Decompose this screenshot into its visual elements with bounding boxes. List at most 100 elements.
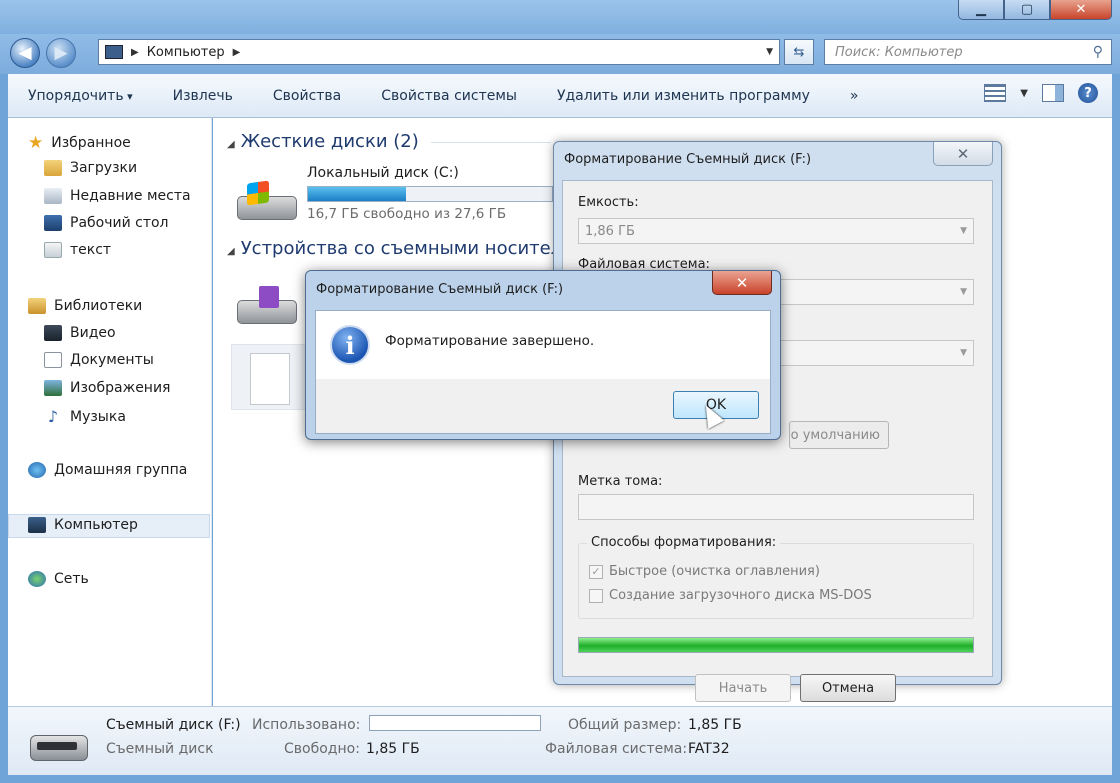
sidebar-label: Недавние места: [70, 188, 191, 204]
computer-icon: [28, 517, 46, 533]
cancel-button[interactable]: Отмена: [800, 674, 896, 702]
sidebar-item-music[interactable]: ♪ Музыка: [44, 407, 126, 426]
navigation-bar: ◀ ▶ ▶ Компьютер ▶ ▼ ⇆ Поиск: Компьютер ⚲: [0, 34, 1120, 74]
eject-button[interactable]: Извлечь: [153, 88, 253, 104]
system-properties-button[interactable]: Свойства системы: [361, 88, 537, 104]
quick-format-checkbox[interactable]: ✓ Быстрое (очистка оглавления): [589, 564, 820, 579]
format-dialog-close-button[interactable]: ✕: [933, 142, 993, 166]
minimize-button[interactable]: ▁: [958, 0, 1004, 20]
properties-button[interactable]: Свойства: [253, 88, 361, 104]
forward-arrow-icon: ▶: [54, 43, 68, 63]
msdos-boot-label: Создание загрузочного диска MS-DOS: [609, 588, 872, 603]
filesystem-label: Файловая система:: [545, 741, 688, 757]
sidebar-item-documents[interactable]: Документы: [44, 352, 154, 368]
used-label: Использовано:: [252, 717, 361, 733]
info-icon: i: [330, 325, 370, 365]
sidebar-item-computer[interactable]: Компьютер: [28, 517, 138, 533]
sidebar-label: Сеть: [54, 571, 89, 587]
sidebar-item-desktop[interactable]: Рабочий стол: [44, 215, 169, 231]
close-icon: ✕: [735, 273, 749, 292]
search-placeholder: Поиск: Компьютер: [835, 44, 963, 60]
change-view-icon[interactable]: [984, 84, 1007, 102]
drive-c-usage-bar: [307, 186, 553, 202]
format-progress-fill: [579, 638, 973, 652]
organize-menu[interactable]: Упорядочить: [8, 88, 153, 104]
local-disk-icon[interactable]: [237, 180, 299, 222]
search-input[interactable]: Поиск: Компьютер ⚲: [824, 39, 1112, 65]
restore-defaults-button[interactable]: о умолчанию: [789, 421, 889, 449]
sidebar-item-video[interactable]: Видео: [44, 325, 116, 341]
drive-c-name[interactable]: Локальный диск (C:): [307, 165, 459, 181]
message-text: Форматирование завершено.: [385, 333, 595, 349]
chevron-down-icon: ▼: [960, 226, 967, 236]
capacity-value: 1,86 ГБ: [585, 223, 635, 239]
start-button[interactable]: Начать: [695, 674, 791, 702]
collapse-arrow-icon[interactable]: ◢: [227, 139, 235, 150]
address-bar[interactable]: ▶ Компьютер ▶ ▼: [98, 39, 780, 65]
format-options-group: Способы форматирования: ✓ Быстрое (очист…: [578, 535, 974, 619]
sidebar-item-images[interactable]: Изображения: [44, 380, 170, 396]
hard-disks-group-header[interactable]: ◢ Жесткие диски (2): [227, 131, 551, 152]
forward-button[interactable]: ▶: [46, 38, 76, 68]
downloads-icon: [44, 160, 62, 176]
view-dropdown-icon[interactable]: ▼: [1020, 88, 1028, 99]
network-icon: [28, 571, 46, 587]
format-dialog-title: Форматирование Съемный диск (F:): [564, 152, 812, 167]
chevron-down-icon: ▼: [960, 348, 967, 358]
recent-places-icon: [44, 188, 62, 204]
address-dropdown-icon[interactable]: ▼: [766, 47, 773, 57]
msdos-boot-checkbox[interactable]: Создание загрузочного диска MS-DOS: [589, 588, 872, 603]
capacity-select[interactable]: 1,86 ГБ ▼: [578, 218, 974, 244]
free-value: 1,85 ГБ: [366, 741, 420, 757]
back-button[interactable]: ◀: [10, 38, 40, 68]
volume-label-input[interactable]: [578, 494, 974, 520]
sidebar-label: Домашняя группа: [54, 462, 188, 478]
more-commands-button[interactable]: »: [830, 88, 879, 104]
search-icon[interactable]: ⚲: [1093, 44, 1103, 60]
sidebar-item-homegroup[interactable]: Домашняя группа: [28, 462, 187, 478]
maximize-button[interactable]: ▢: [1004, 0, 1050, 20]
command-bar: Упорядочить Извлечь Свойства Свойства си…: [8, 74, 1112, 118]
sidebar-item-downloads[interactable]: Загрузки: [44, 160, 137, 176]
filesystem-value: FAT32: [688, 741, 730, 757]
sidebar-item-favorites[interactable]: ★ Избранное: [28, 133, 131, 153]
uninstall-program-button[interactable]: Удалить или изменить программу: [537, 88, 830, 104]
breadcrumb-chevron-icon[interactable]: ▶: [233, 47, 241, 58]
removable-drive-icon: [30, 735, 88, 761]
sidebar-label: Музыка: [70, 408, 126, 425]
refresh-button[interactable]: ⇆: [784, 39, 814, 65]
sidebar-label: Рабочий стол: [70, 215, 169, 231]
floppy-drive-icon[interactable]: [237, 286, 299, 326]
documents-icon: [44, 352, 62, 368]
breadcrumb-chevron-icon[interactable]: ▶: [131, 47, 139, 58]
preview-pane-icon[interactable]: [1042, 84, 1064, 102]
quick-format-label: Быстрое (очистка оглавления): [609, 564, 820, 579]
sidebar-label: Библиотеки: [54, 298, 143, 314]
sidebar-label: текст: [70, 242, 112, 258]
text-folder-icon: [44, 242, 62, 258]
help-icon[interactable]: ?: [1078, 83, 1098, 103]
sidebar-item-network[interactable]: Сеть: [28, 571, 89, 587]
removable-group-header[interactable]: ◢ Устройства со съемными носител: [227, 238, 562, 259]
navigation-pane: ★ Избранное Загрузки Недавние места Рабо…: [8, 118, 212, 706]
sidebar-label: Избранное: [51, 135, 131, 151]
collapse-arrow-icon[interactable]: ◢: [227, 246, 235, 257]
removable-drive-tile[interactable]: [231, 344, 311, 410]
sidebar-label: Компьютер: [54, 517, 138, 533]
sidebar-item-text[interactable]: текст: [44, 242, 111, 258]
chevron-down-icon: ▼: [960, 287, 967, 297]
close-icon: ✕: [956, 144, 970, 163]
message-box-close-button[interactable]: ✕: [712, 271, 772, 295]
volume-label-label: Метка тома:: [578, 474, 663, 489]
sidebar-label: Изображения: [70, 380, 171, 396]
sidebar-item-libraries[interactable]: Библиотеки: [28, 298, 142, 314]
document-icon: [250, 353, 290, 405]
checkmark-icon: ✓: [589, 564, 603, 579]
sidebar-item-recent[interactable]: Недавние места: [44, 188, 191, 204]
details-pane: Съемный диск (F:) Съемный диск Использов…: [8, 706, 1112, 775]
close-button[interactable]: ✕: [1050, 0, 1112, 20]
music-icon: ♪: [47, 407, 59, 426]
group-title: Жесткие диски (2): [240, 131, 419, 152]
breadcrumb-computer[interactable]: Компьютер: [147, 45, 225, 60]
free-label: Свободно:: [284, 741, 360, 757]
